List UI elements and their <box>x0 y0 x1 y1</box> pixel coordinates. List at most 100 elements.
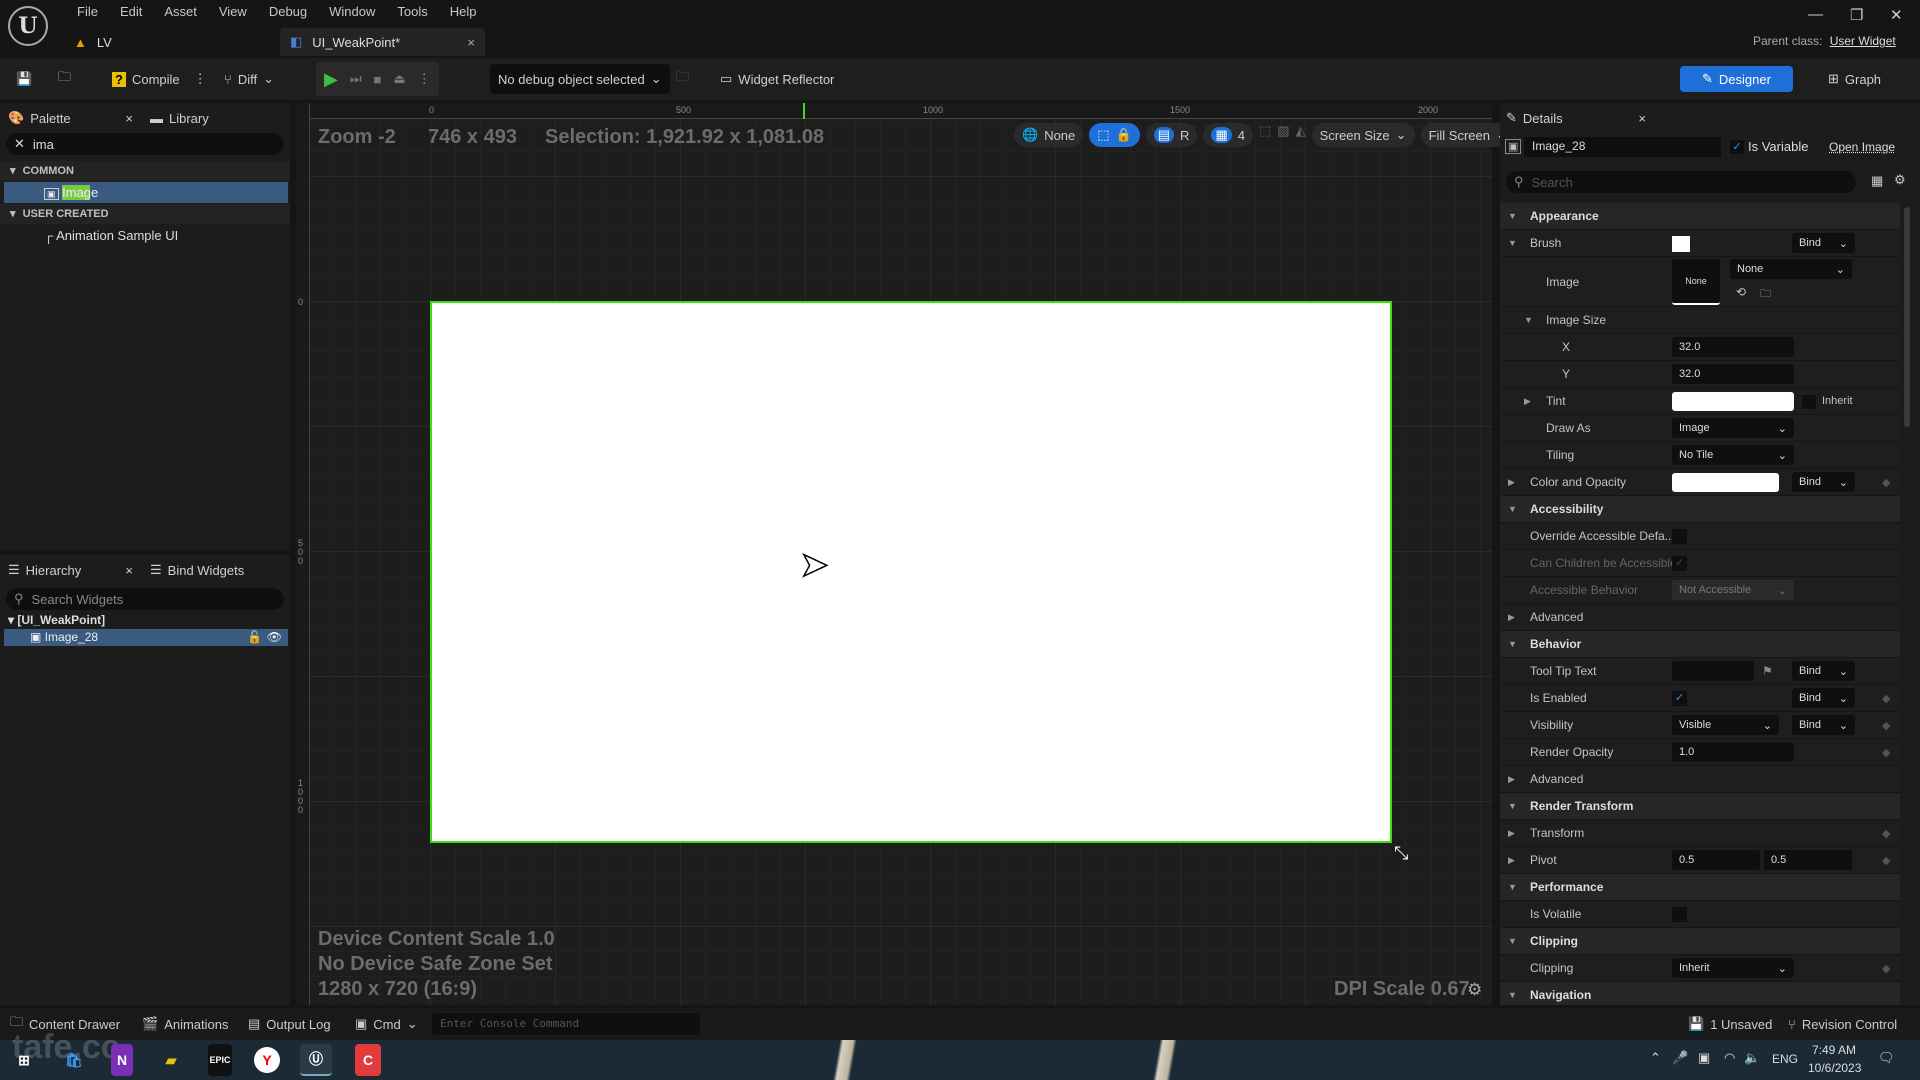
dpi-settings-gear-icon[interactable]: ⚙ <box>1467 980 1482 1000</box>
clear-search-icon[interactable]: ✕ <box>14 136 25 152</box>
category-common[interactable]: ▾ COMMON <box>0 161 290 181</box>
property-y[interactable]: Y 32.0 <box>1500 361 1900 388</box>
tiling-dropdown[interactable]: No Tile ⌄ <box>1672 445 1794 465</box>
section-behavior[interactable]: ▼ Behavior <box>1500 631 1900 658</box>
section-render-transform[interactable]: ▼ Render Transform <box>1500 793 1900 820</box>
property-render-opacity[interactable]: Render Opacity 1.0 ◆ <box>1500 739 1900 766</box>
camtasia-icon[interactable]: C <box>355 1044 381 1076</box>
palette-item-image[interactable]: ▣ Image <box>4 182 288 203</box>
expand-arrow-icon[interactable]: ▼ <box>1508 211 1517 221</box>
widget-name-input[interactable]: Image_28 <box>1524 137 1721 157</box>
graph-mode-button[interactable]: ⊞ Graph <box>1828 58 1881 100</box>
close-window-icon[interactable]: ✕ <box>1890 6 1903 24</box>
restore-icon[interactable]: ❐ <box>1850 6 1863 24</box>
tab-library[interactable]: ▬ Library <box>150 105 209 131</box>
wifi-icon[interactable]: ◠ <box>1724 1050 1735 1066</box>
close-palette-icon[interactable]: × <box>125 111 133 126</box>
epic-games-icon[interactable]: EPIC <box>208 1044 232 1076</box>
bind-dropdown[interactable]: Bind ⌄ <box>1792 688 1855 708</box>
play-icon[interactable]: ▶ <box>324 69 338 90</box>
bind-dropdown[interactable]: Bind ⌄ <box>1792 715 1855 735</box>
reset-to-default-icon[interactable]: ◆ <box>1882 692 1890 705</box>
property-color-and-opacity[interactable]: ▶ Color and Opacity Bind ⌄ ◆ <box>1500 469 1900 496</box>
find-debug-icon[interactable]: 🗀 <box>676 58 689 100</box>
hierarchy-search-input[interactable]: ⚲ Search Widgets <box>6 588 284 610</box>
property-advanced[interactable]: ▶ Advanced <box>1500 604 1900 631</box>
clock-date[interactable]: 10/6/2023 <box>1808 1061 1861 1075</box>
animations-button[interactable]: 🎬 Animations <box>142 1008 229 1040</box>
property-can-children-be-accessible[interactable]: Can Children be Accessible ✓ <box>1500 550 1900 577</box>
property-accessible-behavior[interactable]: Accessible Behavior Not Accessible ⌄ <box>1500 577 1900 604</box>
collapsed-arrow-icon[interactable]: ▶ <box>1508 477 1515 488</box>
bind-dropdown[interactable]: Bind ⌄ <box>1792 472 1855 492</box>
tab-details[interactable]: ✎ Details × <box>1506 105 1646 131</box>
menu-help[interactable]: Help <box>439 3 488 21</box>
section-performance[interactable]: ▼ Performance <box>1500 874 1900 901</box>
volume-icon[interactable]: 🔈 <box>1744 1050 1760 1066</box>
outline-toggle[interactable]: ⬚ 🔒 <box>1089 123 1140 147</box>
details-scrollbar[interactable] <box>1904 207 1910 427</box>
lock-icon[interactable]: 🔓 <box>247 629 262 646</box>
property-image[interactable]: Image None None ⌄ ⟲ 🗀 <box>1500 257 1900 307</box>
category-user-created[interactable]: ▾ USER CREATED <box>0 204 290 224</box>
property-image-size[interactable]: ▼ Image Size <box>1500 307 1900 334</box>
expand-arrow-icon[interactable]: ▼ <box>1508 882 1517 892</box>
color-and-opacity-color-swatch[interactable] <box>1672 473 1779 492</box>
menu-window[interactable]: Window <box>318 3 386 21</box>
reset-to-default-icon[interactable]: ◆ <box>1882 746 1890 759</box>
minimize-icon[interactable]: — <box>1808 6 1823 23</box>
compile-options-icon[interactable]: ⋮ <box>194 71 207 87</box>
tab-lv[interactable]: ▲ LV <box>70 28 270 56</box>
play-options-icon[interactable]: ⋮ <box>418 71 431 87</box>
collapsed-arrow-icon[interactable]: ▶ <box>1508 774 1515 785</box>
localize-flag-icon[interactable]: ⚑ <box>1762 664 1773 678</box>
step-icon[interactable]: ⏭ <box>350 71 362 87</box>
tab-hierarchy[interactable]: ☰ Hierarchy × <box>8 557 133 583</box>
property-clipping[interactable]: Clipping Inherit ⌄ ◆ <box>1500 955 1900 982</box>
settings-gear-icon[interactable]: ⚙ <box>1894 172 1906 188</box>
file-explorer-icon[interactable]: ▰ <box>155 1044 187 1076</box>
is-variable-checkbox[interactable]: ✓ Is Variable <box>1730 139 1808 154</box>
selected-image-widget[interactable] <box>430 301 1392 843</box>
property-x[interactable]: X 32.0 <box>1500 334 1900 361</box>
screen-size-dropdown[interactable]: Screen Size ⌄ <box>1311 123 1415 147</box>
select-icon[interactable]: ⬚ <box>1259 123 1271 147</box>
bind-dropdown[interactable]: Bind ⌄ <box>1792 661 1855 681</box>
tab-bind-widgets[interactable]: ☰ Bind Widgets <box>150 557 244 583</box>
respect-locks-toggle[interactable]: ▤ R <box>1145 123 1198 147</box>
debug-object-select[interactable]: No debug object selected ⌄ <box>490 58 670 100</box>
pivot-x-input[interactable]: 0.5 <box>1672 850 1760 870</box>
reset-to-default-icon[interactable]: ◆ <box>1882 962 1890 975</box>
property-override-accessible-defa[interactable]: Override Accessible Defa... <box>1500 523 1900 550</box>
store-icon[interactable]: 🛍 <box>58 1044 90 1076</box>
menu-edit[interactable]: Edit <box>109 3 153 21</box>
details-search-input[interactable]: ⚲ Search <box>1506 171 1856 193</box>
is-volatile-checkbox[interactable] <box>1672 907 1687 922</box>
onenote-icon[interactable]: N <box>111 1044 133 1076</box>
expand-arrow-icon[interactable]: ▼ <box>1508 801 1517 811</box>
microphone-icon[interactable]: 🎤 <box>1672 1050 1688 1066</box>
override-accessible-defa-checkbox[interactable] <box>1672 529 1687 544</box>
visibility-dropdown[interactable]: Visible ⌄ <box>1672 715 1779 735</box>
accessible-behavior-dropdown[interactable]: Not Accessible ⌄ <box>1672 580 1794 600</box>
collapsed-arrow-icon[interactable]: ▶ <box>1508 855 1515 866</box>
palette-search-input[interactable]: ✕ ima <box>6 133 284 155</box>
menu-debug[interactable]: Debug <box>258 3 318 21</box>
eject-icon[interactable]: ⏏ <box>393 71 405 87</box>
reset-to-default-icon[interactable]: ◆ <box>1882 854 1890 867</box>
collapsed-arrow-icon[interactable]: ▶ <box>1508 612 1515 623</box>
property-draw-as[interactable]: Draw As Image ⌄ <box>1500 415 1900 442</box>
hierarchy-root[interactable]: ▾ [UI_WeakPoint] <box>8 613 105 627</box>
yandex-browser-icon[interactable]: Y <box>254 1047 280 1073</box>
cmd-dropdown[interactable]: ▣ Cmd ⌄ <box>355 1008 418 1040</box>
draw-as-dropdown[interactable]: Image ⌄ <box>1672 418 1794 438</box>
section-navigation[interactable]: ▼ Navigation <box>1500 982 1900 1005</box>
tool-tip-text-input[interactable] <box>1672 661 1754 681</box>
menu-asset[interactable]: Asset <box>153 3 208 21</box>
reset-to-default-icon[interactable]: ◆ <box>1882 827 1890 840</box>
grid-snap-toggle[interactable]: ▦ 4 <box>1203 123 1253 147</box>
collapsed-arrow-icon[interactable]: ▶ <box>1508 828 1515 839</box>
property-visibility[interactable]: Visibility Visible ⌄ Bind ⌄ ◆ <box>1500 712 1900 739</box>
x-input[interactable]: 32.0 <box>1672 337 1794 357</box>
resize-handle-icon[interactable]: ⤡ <box>1394 843 1408 864</box>
